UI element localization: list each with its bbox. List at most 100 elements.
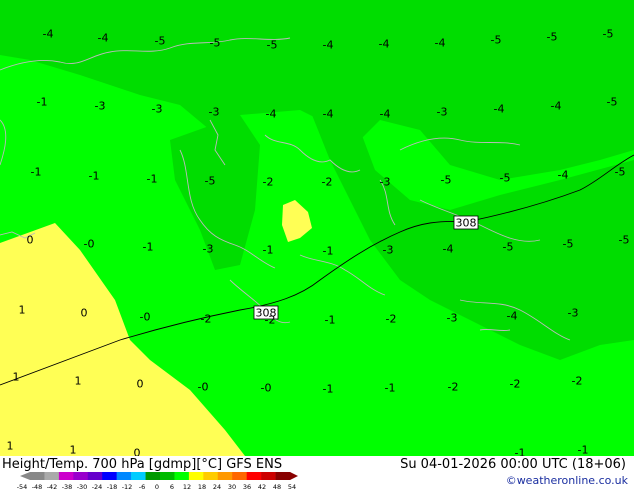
scale-swatch	[174, 472, 190, 480]
temp-label: 0	[27, 234, 34, 247]
temp-label: -4	[379, 38, 390, 51]
temp-label: -5	[500, 172, 511, 185]
temp-label: -5	[491, 34, 502, 47]
scale-swatch	[232, 472, 247, 480]
temp-label: 1	[19, 304, 26, 317]
scale-tick: 36	[243, 483, 251, 490]
map-title: Height/Temp. 700 hPa [gdmp][°C] GFS ENS	[2, 457, 283, 472]
temp-label: -4	[43, 28, 54, 41]
scale-swatch	[131, 472, 146, 480]
temp-label: -2	[448, 381, 459, 394]
temp-label: -2	[510, 378, 521, 391]
temp-label: -1	[147, 173, 158, 186]
temp-label: 1	[7, 440, 14, 453]
temp-label: -4	[443, 243, 454, 256]
temp-label: -1	[89, 170, 100, 183]
scale-tick: 30	[228, 483, 236, 490]
temp-label: -4	[98, 32, 109, 45]
temp-label: -2	[263, 176, 274, 189]
scale-swatch	[261, 472, 276, 480]
scale-swatch	[188, 472, 204, 480]
color-scale: -54 -48 -42 -38 -30 -24 -18 -12 -6 0 6 12 18 24 30 36 42…	[17, 472, 298, 490]
temp-label: 0	[134, 447, 141, 457]
temp-label: -1	[325, 314, 336, 327]
temp-label: -1	[385, 382, 396, 395]
scale-swatch	[44, 472, 60, 480]
temp-label: -1	[143, 241, 154, 254]
temp-label: -3	[447, 312, 458, 325]
temp-label: -5	[563, 238, 574, 251]
temp-label: -3	[383, 244, 394, 257]
temp-label: -5	[205, 175, 216, 188]
temp-label: -1	[515, 447, 526, 457]
scale-tick: 42	[258, 483, 266, 490]
scale-swatch	[145, 472, 161, 480]
contour-label-308-east: 308	[453, 215, 479, 230]
temp-label: -2	[386, 313, 397, 326]
temp-label: -4	[551, 100, 562, 113]
temp-label: -2	[201, 313, 212, 326]
scale-swatch	[246, 472, 262, 480]
credit-link[interactable]: ©weatheronline.co.uk	[506, 474, 628, 487]
temp-label: -2	[572, 375, 583, 388]
scale-tick: 12	[183, 483, 191, 490]
temp-label: -4	[323, 39, 334, 52]
scale-swatch	[30, 472, 45, 480]
scale-tick: -48	[32, 483, 43, 490]
temp-label: -5	[503, 241, 514, 254]
temp-label: -0	[198, 381, 209, 394]
temp-label: -5	[155, 35, 166, 48]
scale-tick: 6	[170, 483, 174, 490]
temp-label: -3	[203, 243, 214, 256]
temp-label: -5	[267, 39, 278, 52]
temp-label: -0	[140, 311, 151, 324]
scale-swatch	[102, 472, 117, 480]
scale-tick: 54	[288, 483, 296, 490]
scale-tick: -6	[139, 483, 145, 490]
temp-label: -5	[210, 37, 221, 50]
temp-label: 0	[137, 378, 144, 391]
scale-tick: 0	[155, 483, 159, 490]
map-valid-time: Su 04-01-2026 00:00 UTC (18+06)	[400, 457, 626, 472]
temp-label: -5	[619, 234, 630, 247]
temp-label: -1	[37, 96, 48, 109]
temp-label: -1	[323, 383, 334, 396]
temp-label: -1	[323, 245, 334, 258]
temp-label: -5	[615, 166, 626, 179]
temp-label: -1	[578, 444, 589, 457]
scale-swatch	[58, 472, 74, 480]
scale-tick: 24	[213, 483, 221, 490]
temp-label: -3	[568, 307, 579, 320]
temp-label: -4	[507, 310, 518, 323]
temp-label: -4	[494, 103, 505, 116]
temp-label: -3	[380, 176, 391, 189]
scale-tick: -54	[17, 483, 28, 490]
temp-label: -5	[607, 96, 618, 109]
scale-tick: -38	[62, 483, 73, 490]
contour-value: 308	[456, 217, 477, 230]
temp-label: -2	[322, 176, 333, 189]
scale-tick: 18	[198, 483, 206, 490]
scale-swatch	[203, 472, 219, 480]
temp-label: -0	[261, 382, 272, 395]
temp-label: -4	[435, 37, 446, 50]
scale-arrow-left	[20, 472, 30, 480]
temp-label: -0	[84, 238, 95, 251]
scale-swatch	[275, 472, 291, 480]
scale-tick: -30	[77, 483, 88, 490]
temp-label: -3	[152, 103, 163, 116]
temp-label: 0	[81, 307, 88, 320]
scale-swatch	[160, 472, 175, 480]
scale-tick: -12	[122, 483, 133, 490]
temp-label: -5	[441, 174, 452, 187]
scale-arrow-right	[290, 472, 298, 480]
temp-label: -1	[31, 166, 42, 179]
temp-label: -5	[547, 31, 558, 44]
temp-label: -3	[95, 100, 106, 113]
temp-label: 1	[70, 444, 77, 457]
temp-label: -4	[558, 169, 569, 182]
weather-map: 308 308 -4 -4 -5 -5 -5 -4 -4 -4 -5 -5 -5…	[0, 0, 634, 456]
temp-label: -5	[603, 28, 614, 41]
scale-swatch	[87, 472, 103, 480]
temp-label: -3	[437, 106, 448, 119]
